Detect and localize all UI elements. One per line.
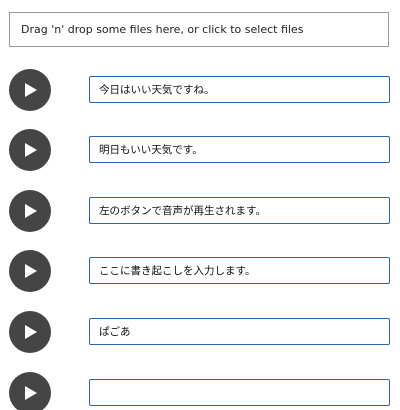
transcription-input[interactable]: [89, 318, 390, 345]
file-dropzone[interactable]: Drag 'n' drop some files here, or click …: [9, 12, 389, 47]
play-button[interactable]: [9, 190, 51, 232]
transcription-row: [0, 311, 400, 355]
play-button[interactable]: [9, 69, 51, 111]
transcription-input[interactable]: [89, 257, 390, 284]
play-icon: [25, 264, 37, 278]
transcription-row: [0, 129, 400, 173]
transcription-input[interactable]: [89, 197, 390, 224]
transcription-input[interactable]: [89, 136, 390, 163]
play-icon: [25, 83, 37, 97]
play-button[interactable]: [9, 250, 51, 292]
play-icon: [25, 386, 37, 400]
play-icon: [25, 204, 37, 218]
play-button[interactable]: [9, 129, 51, 171]
transcription-row: [0, 250, 400, 294]
play-button[interactable]: [9, 311, 51, 353]
transcription-row: [0, 372, 400, 410]
dropzone-label: Drag 'n' drop some files here, or click …: [21, 23, 304, 36]
play-button[interactable]: [9, 372, 51, 410]
transcription-input[interactable]: [89, 76, 390, 103]
transcription-row: [0, 69, 400, 113]
transcription-input[interactable]: [89, 379, 390, 406]
play-icon: [25, 143, 37, 157]
play-icon: [25, 325, 37, 339]
transcription-row: [0, 190, 400, 234]
page: Drag 'n' drop some files here, or click …: [0, 0, 400, 410]
